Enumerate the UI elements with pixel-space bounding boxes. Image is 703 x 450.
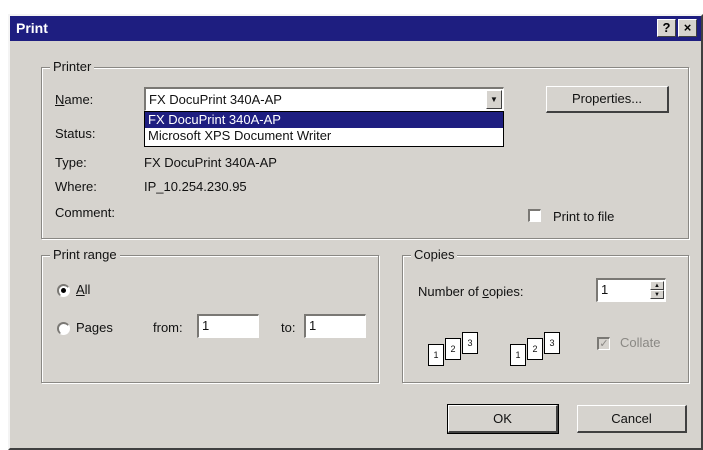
- print-to-file-checkbox[interactable]: [528, 209, 541, 222]
- number-of-copies-label: Number of copies:: [418, 284, 524, 299]
- to-input[interactable]: 1: [304, 314, 366, 338]
- help-button[interactable]: ?: [657, 19, 676, 37]
- collate-label[interactable]: Collate: [620, 335, 660, 350]
- collate-page-icon: 3: [462, 332, 478, 354]
- copies-value: 1: [601, 282, 609, 297]
- pages-radio[interactable]: [57, 322, 70, 335]
- type-value: FX DocuPrint 340A-AP: [144, 155, 277, 170]
- ok-label: OK: [493, 411, 512, 426]
- all-radio[interactable]: [57, 284, 70, 297]
- dropdown-option-1[interactable]: Microsoft XPS Document Writer: [145, 128, 503, 144]
- ok-button[interactable]: OK: [447, 404, 559, 434]
- collate-page-icon: 1: [428, 344, 444, 366]
- copies-group-title: Copies: [411, 247, 458, 262]
- status-label: Status:: [55, 126, 96, 141]
- spin-up-icon[interactable]: ▲: [650, 281, 664, 290]
- dropdown-option-0[interactable]: FX DocuPrint 340A-AP: [145, 112, 503, 128]
- print-to-file-label[interactable]: Print to file: [553, 209, 614, 224]
- printer-name-value: FX DocuPrint 340A-AP: [149, 92, 282, 107]
- from-label: from:: [153, 320, 183, 335]
- to-label: to:: [281, 320, 296, 335]
- cancel-button[interactable]: Cancel: [577, 405, 687, 433]
- properties-button[interactable]: Properties...: [546, 86, 669, 113]
- copies-group: Copies: [402, 247, 689, 383]
- all-label[interactable]: All: [76, 282, 90, 297]
- name-label: Name:: [55, 92, 94, 107]
- comment-label: Comment:: [55, 205, 115, 220]
- pages-label[interactable]: Pages: [76, 320, 113, 335]
- close-button[interactable]: ×: [678, 19, 697, 37]
- printer-name-select[interactable]: FX DocuPrint 340A-AP ▼: [144, 87, 504, 111]
- properties-label: Properties...: [571, 91, 643, 106]
- collate-page-icon: 2: [527, 338, 543, 360]
- cancel-label: Cancel: [611, 411, 652, 426]
- copies-input[interactable]: 1 ▲ ▼: [596, 278, 666, 302]
- spin-down-icon[interactable]: ▼: [650, 290, 664, 299]
- where-label: Where:: [55, 179, 97, 194]
- where-value: IP_10.254.230.95: [144, 179, 247, 194]
- copies-spinner[interactable]: ▲ ▼: [650, 281, 664, 299]
- print-dialog: Print ? × Printer Name: FX DocuPrint 340…: [8, 14, 703, 450]
- dropdown-arrow-icon[interactable]: ▼: [486, 90, 502, 109]
- title-bar[interactable]: Print ? ×: [10, 16, 701, 41]
- printer-dropdown-list: FX DocuPrint 340A-AP Microsoft XPS Docum…: [144, 111, 504, 147]
- collate-page-icon: 1: [510, 344, 526, 366]
- collate-checkbox[interactable]: ✓: [597, 337, 610, 350]
- window-title: Print: [16, 20, 48, 36]
- from-input[interactable]: 1: [197, 314, 259, 338]
- print-range-group-title: Print range: [50, 247, 120, 262]
- printer-group-title: Printer: [50, 59, 95, 74]
- collate-page-icon: 2: [445, 338, 461, 360]
- type-label: Type:: [55, 155, 87, 170]
- collate-page-icon: 3: [544, 332, 560, 354]
